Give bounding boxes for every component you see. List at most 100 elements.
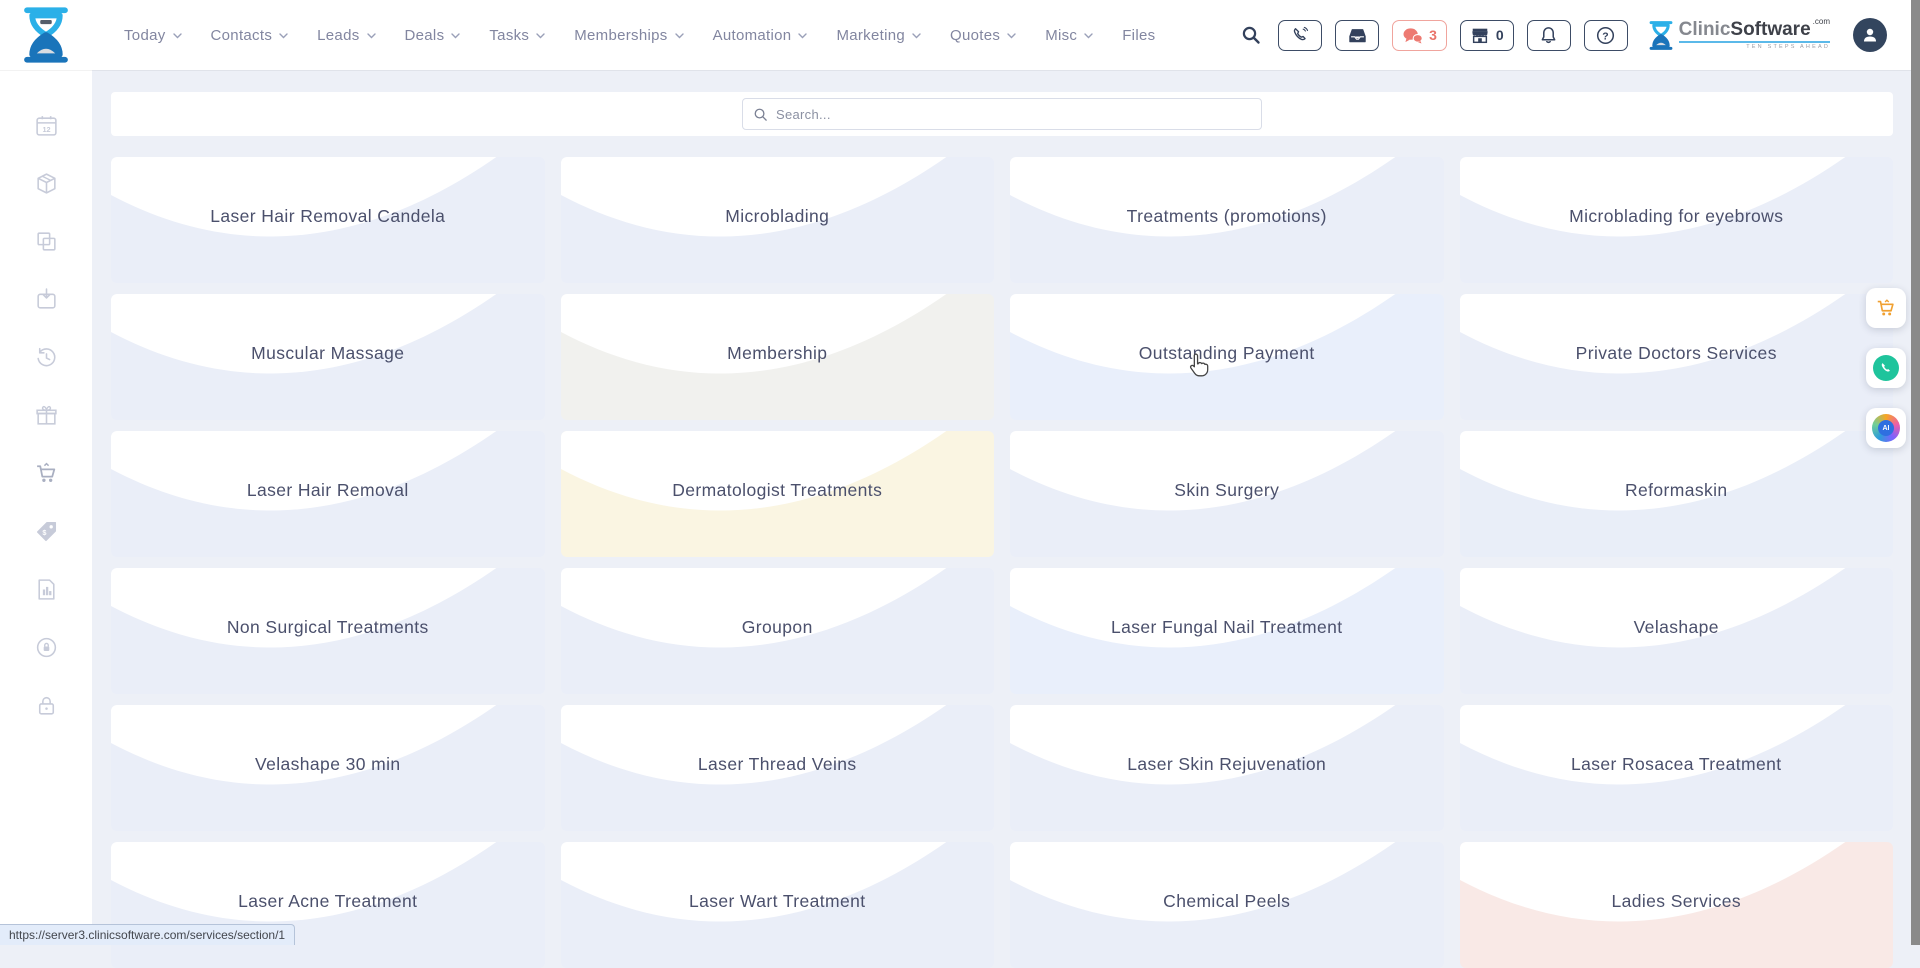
service-card-treatments-promotions[interactable]: Treatments (promotions) xyxy=(1010,157,1444,283)
floating-ai-button[interactable]: AI xyxy=(1866,408,1906,448)
nav-label: Deals xyxy=(405,27,445,44)
chevron-down-icon xyxy=(675,33,684,39)
service-card-label: Velashape 30 min xyxy=(111,754,545,775)
search-icon[interactable] xyxy=(1241,25,1261,45)
chevron-down-icon xyxy=(1084,33,1093,39)
service-card-laser-skin-rejuvenation[interactable]: Laser Skin Rejuvenation xyxy=(1010,705,1444,831)
nav-label: Automation xyxy=(713,27,792,44)
hourglass-logo-icon xyxy=(23,7,69,63)
service-card-label: Microblading xyxy=(561,206,995,227)
nav-item-marketing[interactable]: Marketing xyxy=(836,27,921,44)
chevron-down-icon xyxy=(451,33,460,39)
search-input[interactable] xyxy=(776,107,1251,122)
chevron-down-icon xyxy=(536,33,545,39)
service-card-laser-hair-removal[interactable]: Laser Hair Removal xyxy=(111,431,545,557)
service-card-label: Membership xyxy=(561,343,995,364)
nav-label: Contacts xyxy=(211,27,273,44)
services-grid: Laser Hair Removal Candela Microblading … xyxy=(111,157,1893,968)
inbox-icon xyxy=(1348,27,1367,44)
sidebar-calendar-import-icon[interactable] xyxy=(33,286,59,312)
service-card-label: Dermatologist Treatments xyxy=(561,480,995,501)
help-button[interactable]: ? xyxy=(1584,20,1628,51)
service-card-laser-wart-treatment[interactable]: Laser Wart Treatment xyxy=(561,842,995,968)
nav-item-today[interactable]: Today xyxy=(124,27,182,44)
service-card-laser-acne-treatment[interactable]: Laser Acne Treatment xyxy=(111,842,545,968)
nav-label: Files xyxy=(1122,27,1155,44)
service-card-label: Groupon xyxy=(561,617,995,638)
left-sidebar: 12 $ xyxy=(0,70,92,945)
brand-software: Software xyxy=(1730,20,1810,39)
search-input-icon xyxy=(753,107,768,122)
pos-store-button[interactable]: 0 xyxy=(1460,20,1514,51)
nav-label: Marketing xyxy=(836,27,905,44)
nav-item-files[interactable]: Files xyxy=(1122,27,1155,44)
brand-tagline: TEN STEPS AHEAD xyxy=(1746,45,1830,51)
service-card-laser-fungal-nail-treatment[interactable]: Laser Fungal Nail Treatment xyxy=(1010,568,1444,694)
chevron-down-icon xyxy=(173,33,182,39)
chevron-down-icon xyxy=(798,33,807,39)
service-card-label: Laser Rosacea Treatment xyxy=(1460,754,1894,775)
nav-item-quotes[interactable]: Quotes xyxy=(950,27,1016,44)
service-card-velashape[interactable]: Velashape xyxy=(1460,568,1894,694)
service-card-private-doctors-services[interactable]: Private Doctors Services xyxy=(1460,294,1894,420)
pos-count-badge: 0 xyxy=(1496,27,1504,43)
sidebar-cart-icon[interactable] xyxy=(33,460,59,486)
page-scrollbar[interactable] xyxy=(1911,0,1920,945)
inbox-button[interactable] xyxy=(1335,20,1379,51)
service-card-label: Muscular Massage xyxy=(111,343,545,364)
nav-item-deals[interactable]: Deals xyxy=(405,27,461,44)
service-card-skin-surgery[interactable]: Skin Surgery xyxy=(1010,431,1444,557)
nav-label: Quotes xyxy=(950,27,1000,44)
nav-item-memberships[interactable]: Memberships xyxy=(574,27,683,44)
ai-icon-label: AI xyxy=(1878,420,1894,436)
phone-icon xyxy=(1291,26,1309,44)
brand-text: ClinicSoftware.com TEN STEPS AHEAD xyxy=(1679,20,1830,51)
nav-item-leads[interactable]: Leads xyxy=(317,27,375,44)
pos-store-icon xyxy=(1470,27,1490,44)
phone-button[interactable] xyxy=(1278,20,1322,51)
nav-item-misc[interactable]: Misc xyxy=(1045,27,1093,44)
sidebar-padlock-icon[interactable] xyxy=(33,692,59,718)
nav-label: Tasks xyxy=(489,27,529,44)
service-card-laser-thread-veins[interactable]: Laser Thread Veins xyxy=(561,705,995,831)
nav-item-tasks[interactable]: Tasks xyxy=(489,27,545,44)
service-card-non-surgical-treatments[interactable]: Non Surgical Treatments xyxy=(111,568,545,694)
sidebar-history-icon[interactable] xyxy=(33,344,59,370)
service-card-membership[interactable]: Membership xyxy=(561,294,995,420)
sidebar-calendar-icon[interactable]: 12 xyxy=(33,112,59,138)
sidebar-copy-icon[interactable] xyxy=(33,228,59,254)
search-bar-container xyxy=(111,92,1893,136)
service-card-laser-rosacea-treatment[interactable]: Laser Rosacea Treatment xyxy=(1460,705,1894,831)
notifications-button[interactable] xyxy=(1527,20,1571,51)
hourglass-logo-icon xyxy=(1649,21,1673,50)
app-logo[interactable] xyxy=(0,7,92,63)
main-nav: Today Contacts Leads Deals Tasks Members… xyxy=(124,27,1155,44)
service-card-groupon[interactable]: Groupon xyxy=(561,568,995,694)
service-card-microblading[interactable]: Microblading xyxy=(561,157,995,283)
service-card-reformaskin[interactable]: Reformaskin xyxy=(1460,431,1894,557)
service-card-microblading-for-eyebrows[interactable]: Microblading for eyebrows xyxy=(1460,157,1894,283)
sidebar-gift-icon[interactable] xyxy=(33,402,59,428)
top-bar: Today Contacts Leads Deals Tasks Members… xyxy=(0,0,1911,70)
floating-cart-button[interactable] xyxy=(1866,288,1906,328)
sidebar-price-tag-icon[interactable]: $ xyxy=(33,518,59,544)
chat-icon xyxy=(1402,27,1423,44)
service-card-label: Laser Hair Removal Candela xyxy=(111,206,545,227)
floating-whatsapp-button[interactable] xyxy=(1866,348,1906,388)
nav-item-automation[interactable]: Automation xyxy=(713,27,808,44)
chat-button[interactable]: 3 xyxy=(1392,20,1447,51)
service-card-outstanding-payment[interactable]: Outstanding Payment xyxy=(1010,294,1444,420)
nav-item-contacts[interactable]: Contacts xyxy=(211,27,289,44)
sidebar-package-icon[interactable] xyxy=(33,170,59,196)
service-card-velashape-30-min[interactable]: Velashape 30 min xyxy=(111,705,545,831)
service-card-laser-hair-removal-candela[interactable]: Laser Hair Removal Candela xyxy=(111,157,545,283)
svg-text:$: $ xyxy=(42,528,46,537)
service-card-dermatologist-treatments[interactable]: Dermatologist Treatments xyxy=(561,431,995,557)
service-card-chemical-peels[interactable]: Chemical Peels xyxy=(1010,842,1444,968)
clinicsoftware-brand[interactable]: ClinicSoftware.com TEN STEPS AHEAD xyxy=(1649,20,1830,51)
sidebar-user-lock-icon[interactable] xyxy=(33,634,59,660)
sidebar-report-icon[interactable] xyxy=(33,576,59,602)
user-avatar[interactable] xyxy=(1853,18,1887,52)
service-card-muscular-massage[interactable]: Muscular Massage xyxy=(111,294,545,420)
service-card-ladies-services[interactable]: Ladies Services xyxy=(1460,842,1894,968)
